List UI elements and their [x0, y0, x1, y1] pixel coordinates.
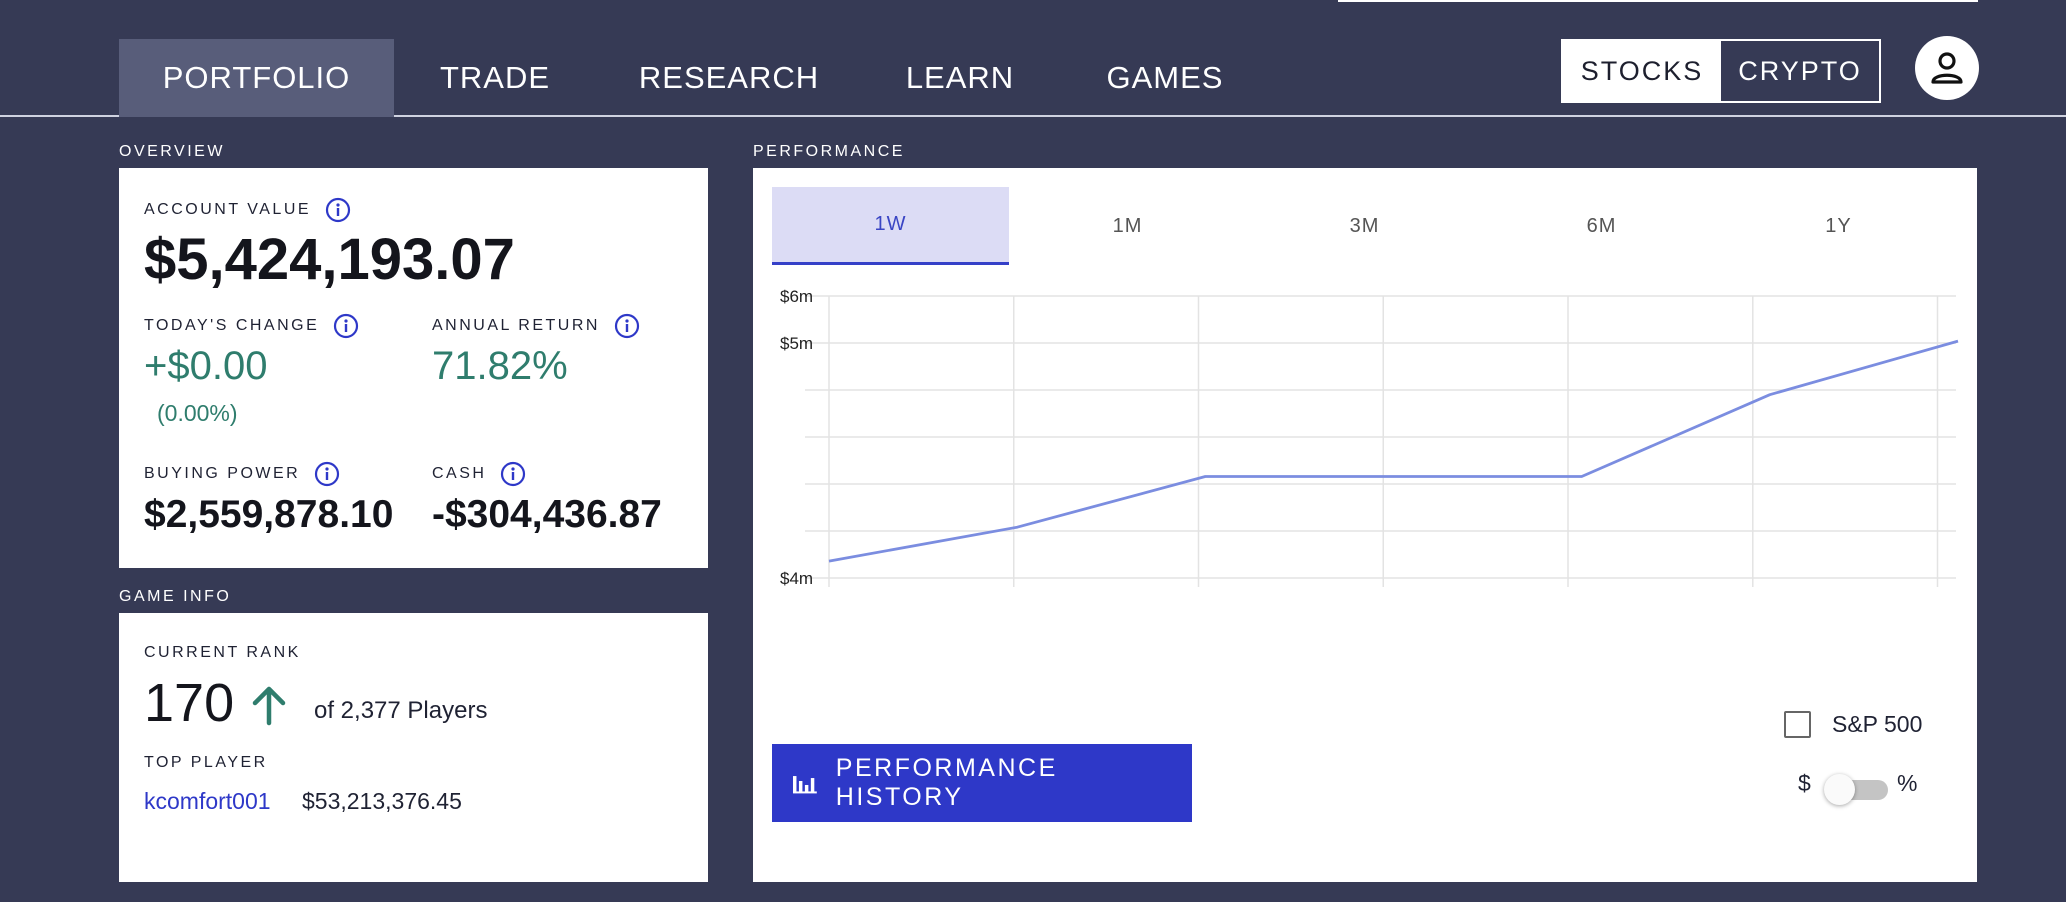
user-avatar-button[interactable] [1915, 36, 1979, 100]
info-icon[interactable] [614, 313, 640, 339]
nav-tab-research[interactable]: RESEARCH [639, 39, 818, 117]
unit-switch-thumb [1824, 774, 1855, 805]
performance-section-label: PERFORMANCE [753, 143, 905, 160]
nav-tab-learn[interactable]: LEARN [895, 39, 1025, 117]
top-player-label: TOP PLAYER [144, 754, 268, 771]
nav-tab-games[interactable]: GAMES [1100, 39, 1230, 117]
nav-tab-portfolio[interactable]: PORTFOLIO [119, 39, 394, 117]
y-tick-label: $5m [780, 334, 813, 353]
info-icon[interactable] [325, 197, 351, 223]
bar-chart-icon [792, 776, 817, 794]
current-rank-label: CURRENT RANK [144, 644, 301, 661]
unit-dollar-label: $ [1798, 770, 1811, 796]
todays-change-label: TODAY'S CHANGE [144, 317, 320, 334]
info-icon[interactable] [333, 313, 359, 339]
account-value-label: ACCOUNT VALUE [144, 201, 312, 218]
cash-label: CASH [432, 465, 487, 482]
performance-history-button[interactable]: PERFORMANCE HISTORY [772, 744, 1192, 822]
todays-change-value: +$0.00 [144, 344, 268, 388]
y-tick-label: $4m [780, 569, 813, 588]
performance-card: 1W 1M 3M 6M 1Y $6m $5m $4m PERFORMANCE HIS… [753, 168, 1977, 882]
y-tick-label: $6m [780, 287, 813, 306]
info-icon[interactable] [314, 461, 340, 487]
nav-tab-trade[interactable]: TRADE [430, 39, 560, 117]
buying-power-label-row: BUYING POWER [144, 461, 340, 487]
buying-power-label: BUYING POWER [144, 465, 301, 482]
top-player-link[interactable]: kcomfort001 [144, 788, 271, 815]
sp500-label: S&P 500 [1832, 711, 1923, 737]
performance-history-label: PERFORMANCE HISTORY [835, 754, 1058, 811]
info-icon[interactable] [500, 461, 526, 487]
timeframe-tab-1m[interactable]: 1M [1009, 187, 1246, 265]
todays-change-label-row: TODAY'S CHANGE [144, 313, 359, 339]
annual-return-value: 71.82% [432, 344, 568, 388]
top-navbar: PORTFOLIO TRADE RESEARCH LEARN GAMES STO… [0, 0, 2066, 117]
rank-value: 170 [144, 673, 235, 733]
overview-section-label: OVERVIEW [119, 143, 225, 160]
unit-percent-label: % [1897, 770, 1918, 796]
timeframe-tab-3m[interactable]: 3M [1246, 187, 1483, 265]
overview-card: ACCOUNT VALUE $5,424,193.07 TODAY'S CHAN… [119, 168, 708, 568]
timeframe-tab-1w[interactable]: 1W [772, 187, 1009, 265]
cash-label-row: CASH [432, 461, 526, 487]
annual-return-label-row: ANNUAL RETURN [432, 313, 640, 339]
asset-type-toggle: STOCKS CRYPTO [1561, 39, 1881, 103]
crypto-toggle-button[interactable]: CRYPTO [1721, 41, 1879, 101]
game-info-card: CURRENT RANK 170 of 2,377 Players TOP PL… [119, 613, 708, 882]
timeframe-tab-6m[interactable]: 6M [1483, 187, 1720, 265]
performance-series-line [828, 339, 1959, 563]
buying-power-value: $2,559,878.10 [144, 493, 394, 536]
stocks-toggle-button[interactable]: STOCKS [1563, 41, 1721, 101]
top-player-value: $53,213,376.45 [302, 788, 462, 814]
account-value-label-row: ACCOUNT VALUE [144, 197, 351, 223]
cash-value: -$304,436.87 [432, 493, 662, 536]
arrow-up-icon [252, 686, 286, 726]
players-count-text: of 2,377 Players [314, 697, 488, 724]
user-icon [1931, 52, 1963, 84]
sp500-checkbox[interactable] [1784, 711, 1811, 738]
annual-return-label: ANNUAL RETURN [432, 317, 600, 334]
account-value: $5,424,193.07 [144, 227, 515, 292]
todays-change-percent: (0.00%) [157, 400, 238, 426]
unit-switch[interactable] [1824, 774, 1890, 805]
game-info-section-label: GAME INFO [119, 588, 232, 605]
timeframe-tab-1y[interactable]: 1Y [1720, 187, 1957, 265]
